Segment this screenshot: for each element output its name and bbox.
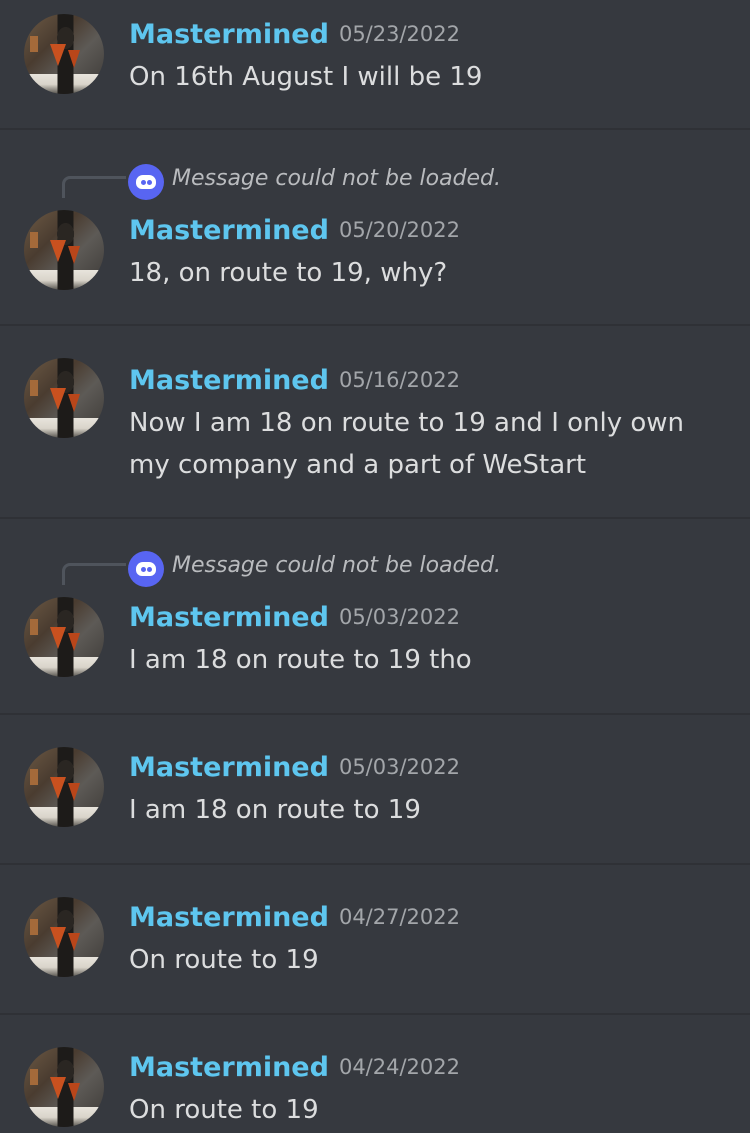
reply-spine	[62, 563, 126, 585]
message-text: On 16th August I will be 19	[129, 62, 483, 92]
author-name[interactable]: Mastermined	[129, 215, 329, 246]
user-avatar[interactable]	[24, 358, 104, 438]
message-timestamp: 05/03/2022	[338, 755, 460, 779]
message-timestamp: 04/24/2022	[338, 1055, 460, 1079]
user-avatar[interactable]	[24, 210, 104, 290]
message-header: Mastermined 05/23/2022	[129, 18, 460, 51]
user-avatar[interactable]	[24, 597, 104, 677]
message-text: I am 18 on route to 19 tho	[129, 645, 472, 675]
discord-logo-icon	[128, 164, 164, 200]
reply-unavailable-note: Message could not be loaded.	[172, 553, 502, 578]
reply-reference[interactable]: Message could not be loaded.	[62, 549, 750, 589]
message-text: I am 18 on route to 19	[129, 795, 421, 825]
message-item: Mastermined 04/24/2022 On route to 19	[0, 1015, 750, 1133]
message-item: Mastermined 05/23/2022 On 16th August I w…	[0, 0, 750, 130]
user-avatar[interactable]	[24, 1047, 104, 1127]
message-item: Message could not be loaded. Mastermined…	[0, 519, 750, 715]
author-name[interactable]: Mastermined	[129, 602, 329, 633]
message-timestamp: 05/23/2022	[338, 22, 460, 46]
message-header: Mastermined 04/27/2022	[129, 901, 460, 934]
user-avatar[interactable]	[24, 747, 104, 827]
message-timestamp: 04/27/2022	[338, 905, 460, 929]
message-timestamp: 05/20/2022	[338, 218, 460, 242]
message-text: On route to 19	[129, 1095, 319, 1125]
reply-spine	[62, 176, 126, 198]
author-name[interactable]: Mastermined	[129, 902, 329, 933]
message-header: Mastermined 05/20/2022	[129, 214, 460, 247]
message-header: Mastermined 04/24/2022	[129, 1051, 460, 1084]
message-item: Mastermined 04/27/2022 On route to 19	[0, 865, 750, 1015]
user-avatar[interactable]	[24, 14, 104, 94]
message-text: Now I am 18 on route to 19 and I only ow…	[129, 408, 685, 480]
message-header: Mastermined 05/16/2022	[129, 364, 460, 397]
message-timestamp: 05/03/2022	[338, 605, 460, 629]
message-text: 18, on route to 19, why?	[129, 258, 448, 288]
author-name[interactable]: Mastermined	[129, 19, 329, 50]
reply-reference[interactable]: Message could not be loaded.	[62, 162, 750, 202]
reply-unavailable-note: Message could not be loaded.	[172, 166, 502, 191]
author-name[interactable]: Mastermined	[129, 1052, 329, 1083]
message-text: On route to 19	[129, 945, 319, 975]
author-name[interactable]: Mastermined	[129, 365, 329, 396]
message-header: Mastermined 05/03/2022	[129, 751, 460, 784]
user-avatar[interactable]	[24, 897, 104, 977]
message-timestamp: 05/16/2022	[338, 368, 460, 392]
message-header: Mastermined 05/03/2022	[129, 601, 460, 634]
author-name[interactable]: Mastermined	[129, 752, 329, 783]
message-item: Mastermined 05/16/2022 Now I am 18 on rou…	[0, 326, 750, 519]
discord-logo-icon	[128, 551, 164, 587]
message-item: Mastermined 05/03/2022 I am 18 on route t…	[0, 715, 750, 865]
message-item: Message could not be loaded. Mastermined…	[0, 130, 750, 326]
